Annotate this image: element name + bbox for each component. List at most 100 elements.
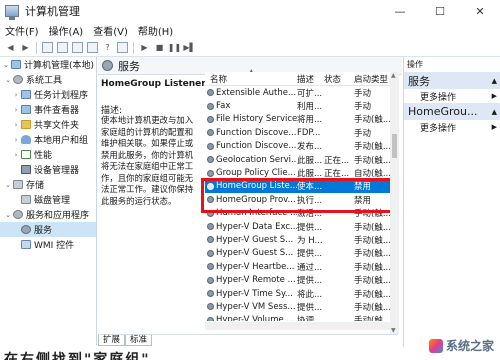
table-row[interactable]: Function Discove... FDP... 手动 <box>205 126 398 139</box>
table-row[interactable]: Hyper-V Heartbe... 通过... 手动(触... <box>205 260 398 273</box>
pause-service-icon[interactable]: ❚❚ <box>168 42 181 53</box>
tree-item-local-users[interactable]: › 本地用户和组 <box>0 132 96 147</box>
apps-icon <box>13 210 23 219</box>
service-description-cell: 此服... <box>297 155 323 166</box>
service-gear-icon <box>207 129 214 137</box>
menu-help[interactable]: 帮助(H) <box>133 23 178 38</box>
show-tree-icon[interactable] <box>57 42 68 53</box>
export-list-icon[interactable] <box>87 42 98 53</box>
tree-item-services[interactable]: 服务 <box>0 222 96 237</box>
service-name-cell: Geolocation Servi... <box>205 155 297 165</box>
tree-item-wmi[interactable]: WMI 控件 <box>0 237 96 252</box>
column-name[interactable]: 名称 <box>205 73 297 85</box>
console-tree: ⌄ 计算机管理(本地) ⌄ 系统工具 › 任务计划程序 › 事件查看器 › 共享… <box>0 57 97 345</box>
chevron-down-icon[interactable]: ⌄ <box>4 211 12 219</box>
actions-section-services[interactable]: 服务 ▲ <box>404 72 500 89</box>
table-row[interactable]: Hyper-V Data Exc... 提供... 手动(触... <box>205 220 398 233</box>
tree-item-shared-folders[interactable]: › 共享文件夹 <box>0 117 96 132</box>
tree-item-disk-management[interactable]: 磁盘管理 <box>0 192 96 207</box>
tree-item-storage[interactable]: ⌄ 存储 <box>0 177 96 192</box>
restart-service-icon[interactable]: ▶▌ <box>183 42 195 53</box>
help-icon[interactable]: ? <box>102 42 113 53</box>
table-row[interactable]: Hyper-V Guest S... 为 H... 手动(触... <box>205 233 398 246</box>
service-name: Hyper-V Remote ... <box>216 275 296 286</box>
close-button[interactable]: ✕ <box>460 0 500 22</box>
collapse-icon[interactable]: ▲ <box>492 108 497 116</box>
service-name: Function Discove... <box>216 127 297 138</box>
column-description[interactable]: 描述 <box>297 73 324 85</box>
chevron-right-icon[interactable]: › <box>12 106 20 114</box>
menu-view[interactable]: 查看(V) <box>88 23 133 38</box>
chevron-right-icon[interactable]: › <box>12 91 20 99</box>
horizontal-scrollbar[interactable] <box>205 322 390 330</box>
stop-service-icon[interactable]: ■ <box>154 42 165 53</box>
refresh-icon[interactable] <box>72 42 83 53</box>
properties-icon[interactable] <box>117 42 128 53</box>
performance-icon <box>21 150 31 159</box>
table-row[interactable]: Hyper-V VM Sess... 提供... 手动(触... <box>205 300 398 313</box>
service-name: Hyper-V Guest S... <box>216 248 294 259</box>
actions-section-homegroup[interactable]: HomeGrou... ▲ <box>404 103 500 120</box>
table-row[interactable]: Geolocation Servi... 此服... 正在... 手动(触... <box>205 153 398 166</box>
table-row[interactable]: Hyper-V Volume ...协调...手动(触... <box>205 314 398 321</box>
tree-item-label: 服务和应用程序 <box>26 211 90 221</box>
maximize-button[interactable]: ☐ <box>420 0 460 22</box>
column-status[interactable]: 状态 <box>324 73 354 85</box>
table-row[interactable]: Function Discove... 发布... 手动(触... <box>205 140 398 153</box>
more-actions-link[interactable]: 更多操作 ▶ <box>404 120 500 134</box>
scroll-down-icon[interactable]: ▼ <box>391 327 396 334</box>
tools-icon <box>13 75 23 84</box>
chevron-right-icon[interactable]: › <box>12 136 20 144</box>
scroll-up-icon[interactable]: ▲ <box>391 72 396 79</box>
service-name: File History Service <box>216 114 297 125</box>
table-row[interactable]: File History Service 将用... 手动(触... <box>205 113 398 126</box>
service-name: Hyper-V VM Sess... <box>216 301 296 312</box>
table-row[interactable]: Hyper-V Time Sy... 将此... 手动(触... <box>205 287 398 300</box>
tree-root[interactable]: ⌄ 计算机管理(本地) <box>0 57 96 72</box>
tree-item-device-manager[interactable]: 设备管理器 <box>0 162 96 177</box>
collapse-icon[interactable]: ▲ <box>492 77 497 85</box>
menu-file[interactable]: 文件(F) <box>0 23 44 38</box>
minimize-button[interactable]: — <box>380 0 420 22</box>
tab-extended[interactable]: 扩展 <box>98 335 126 346</box>
service-name: Group Policy Clie... <box>216 168 296 179</box>
tree-item-services-apps[interactable]: ⌄ 服务和应用程序 <box>0 207 96 222</box>
vertical-scrollbar[interactable]: ▲ ▼ <box>390 72 399 334</box>
table-row[interactable]: Hyper-V Guest S... 提供... 手动(触... <box>205 247 398 260</box>
event-viewer-icon <box>21 105 31 114</box>
service-name-cell: Function Discove... <box>205 141 297 151</box>
service-name-cell: Function Discove... <box>205 128 297 138</box>
table-row[interactable]: Fax 利用... 手动 <box>205 99 398 112</box>
tree-root-label: 计算机管理(本地) <box>24 61 95 71</box>
service-gear-icon <box>207 316 214 321</box>
chevron-right-icon[interactable]: › <box>12 121 20 129</box>
chevron-right-icon[interactable]: › <box>12 151 20 159</box>
up-folder-icon[interactable] <box>42 42 53 53</box>
table-row[interactable]: Extensible Authe... 可扩... 手动 <box>205 86 398 99</box>
tree-item-event-viewer[interactable]: › 事件查看器 <box>0 102 96 117</box>
tree-item-label: 任务计划程序 <box>34 91 89 101</box>
service-description-cell: 提供... <box>297 222 323 233</box>
start-service-icon[interactable]: ▶ <box>139 42 150 53</box>
forward-icon[interactable]: ▶ <box>20 42 31 53</box>
scrollbar-thumb[interactable] <box>392 134 397 158</box>
tree-item-system-tools[interactable]: ⌄ 系统工具 <box>0 72 96 87</box>
services-icon <box>102 60 113 71</box>
tree-item-label: 设备管理器 <box>34 166 80 176</box>
chevron-down-icon[interactable]: ⌄ <box>4 181 12 189</box>
tab-standard[interactable]: 标准 <box>125 335 153 346</box>
back-icon[interactable]: ◀ <box>5 42 16 53</box>
tree-item-label: 存储 <box>26 181 45 191</box>
menu-action[interactable]: 操作(A) <box>44 23 89 38</box>
more-actions-label: 更多操作 <box>420 123 457 134</box>
tree-item-performance[interactable]: › 性能 <box>0 147 96 162</box>
chevron-down-icon[interactable]: ⌄ <box>4 76 12 84</box>
chevron-down-icon[interactable]: ⌄ <box>2 61 10 69</box>
table-row[interactable]: Hyper-V Remote ... 提供... 手动(触... <box>205 273 398 286</box>
service-name-cell: Fax <box>205 101 297 111</box>
tree-item-task-scheduler[interactable]: › 任务计划程序 <box>0 87 96 102</box>
service-name-cell: File History Service <box>205 114 297 124</box>
watermark-logo-icon <box>428 338 443 353</box>
more-actions-link[interactable]: 更多操作 ▶ <box>404 89 500 103</box>
computer-management-icon <box>5 5 19 20</box>
